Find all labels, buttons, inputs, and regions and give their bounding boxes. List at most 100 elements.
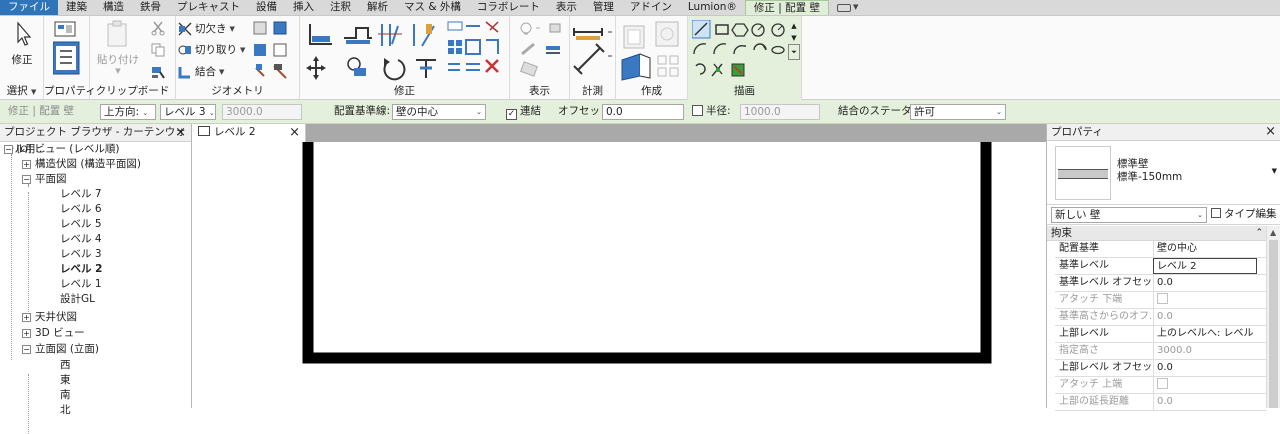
tree-item-level-5[interactable]: レベル 5 [60, 217, 102, 232]
menu-file[interactable]: ファイル [0, 0, 58, 15]
expand-icon[interactable]: + [22, 313, 31, 322]
radius-input[interactable]: 1000.0 [740, 104, 820, 120]
properties-icon[interactable] [53, 20, 81, 80]
expand-icon[interactable]: + [22, 329, 31, 338]
modify-small-tools-icon[interactable] [446, 20, 506, 82]
menu-analyze[interactable]: 解析 [359, 0, 396, 15]
prop-value[interactable]: 上のレベルへ: レベル 3 [1153, 326, 1257, 342]
prop-value[interactable]: 0.0 [1153, 360, 1257, 376]
tree-item-east[interactable]: 東 [60, 373, 71, 388]
menu-collaborate[interactable]: コラボレート [469, 0, 548, 15]
tree-item-design-gl[interactable]: 設計GL [60, 292, 95, 307]
project-browser: プロジェクト ブラウザ - カーテンウォール用... × − [O] ビュー (レ… [0, 124, 192, 434]
chain-checkbox[interactable]: ✓ 連結 [506, 104, 541, 120]
tree-item-west[interactable]: 西 [60, 358, 71, 373]
menu-annotate[interactable]: 注釈 [322, 0, 359, 15]
prop-row-base-constraint[interactable]: 基準レベル レベル 2 [1055, 258, 1267, 275]
prop-row-top-constraint[interactable]: 上部レベル 上のレベルへ: レベル 3 [1055, 326, 1267, 343]
type-selector[interactable]: 標準壁 標準-150mm ▼ [1047, 141, 1280, 205]
menu-massing-site[interactable]: マス & 外構 [396, 0, 469, 15]
tree-item-elevations[interactable]: − 立面図 (立面) [22, 342, 99, 357]
menu-structure[interactable]: 構造 [95, 0, 132, 15]
group-constraints[interactable]: 拘束 ⌃ [1047, 226, 1267, 241]
collapse-icon[interactable]: − [22, 345, 31, 354]
cut-geometry-button[interactable]: 切欠き ▼ [178, 21, 235, 36]
scroll-up-icon[interactable]: ▲ [1270, 228, 1276, 237]
instance-filter-value: 新しい 壁 [1055, 209, 1101, 221]
tree-item-level-1[interactable]: レベル 1 [60, 277, 102, 292]
chevron-down-icon: ▼ [1271, 167, 1277, 175]
match-properties-icon[interactable] [150, 64, 166, 80]
menu-modify-place-wall[interactable]: 修正 | 配置 壁 [744, 0, 829, 15]
modify-button[interactable]: 修正 [6, 20, 38, 67]
panel-toggle-icon [836, 3, 851, 12]
location-line-select[interactable]: 壁の中心 ⌄ [392, 104, 486, 120]
prop-row-top-offset[interactable]: 上部レベル オフセット 0.0 [1055, 360, 1267, 377]
menu-insert[interactable]: 挿入 [285, 0, 322, 15]
prop-value[interactable]: レベル 2 [1153, 258, 1257, 274]
collapse-icon[interactable]: − [4, 145, 13, 154]
menu-manage[interactable]: 管理 [585, 0, 622, 15]
instance-row: 新しい 壁 ⌄ タイプ編集 [1047, 206, 1280, 225]
close-icon[interactable]: × [175, 124, 186, 141]
collapse-icon[interactable]: − [22, 175, 31, 184]
instance-filter-select[interactable]: 新しい 壁 ⌄ [1051, 207, 1207, 223]
draw-gallery-scroll[interactable]: ▲ ▼ ⏷ [788, 20, 800, 82]
properties-scrollbar[interactable]: ▲ [1266, 226, 1280, 408]
radius-checkbox[interactable]: 半径: [692, 104, 731, 120]
tree-item-level-7[interactable]: レベル 7 [60, 187, 102, 202]
prop-value[interactable]: 壁の中心 [1153, 241, 1257, 257]
level-value: レベル 3 [164, 106, 206, 118]
menu-precast[interactable]: プレキャスト [169, 0, 248, 15]
draw-tools-icon[interactable] [692, 20, 788, 82]
tree-root-views[interactable]: − [O] ビュー (レベル順) [4, 142, 119, 157]
join-status-select[interactable]: 許可 ⌄ [910, 104, 1006, 120]
tree-item-structural-plans[interactable]: + 構造伏図 (構造平面図) [22, 157, 141, 172]
menu-systems[interactable]: 設備 [248, 0, 285, 15]
ribbon-minimize-toggle[interactable]: ▼ [829, 0, 866, 15]
edit-type-button[interactable]: タイプ編集 [1211, 207, 1277, 223]
prop-row-base-offset[interactable]: 基準レベル オフセット 0.0 [1055, 275, 1267, 292]
level-select[interactable]: レベル 3 ⌄ [160, 104, 216, 120]
menu-steel[interactable]: 鉄骨 [132, 0, 169, 15]
split-face-button[interactable]: 切り取り ▼ [178, 42, 245, 57]
drawing-canvas[interactable] [192, 142, 1046, 408]
close-icon[interactable]: × [289, 124, 300, 141]
join-geometry-button[interactable]: 結合 ▼ [178, 64, 224, 79]
tree-item-ceiling-plans[interactable]: + 天井伏図 [22, 310, 77, 325]
chevron-down-icon: ⌄ [208, 109, 215, 117]
modify-large-tools-icon[interactable] [306, 20, 446, 82]
create-tools-icon[interactable] [620, 20, 686, 82]
view-tab-level-2[interactable]: レベル 2 × [192, 124, 306, 142]
tree-item-level-4[interactable]: レベル 4 [60, 232, 102, 247]
chevron-down-icon: ⌄ [142, 109, 149, 117]
menu-lumion[interactable]: Lumion® [680, 0, 745, 15]
cut-icon[interactable] [150, 20, 166, 36]
prop-row-location-line[interactable]: 配置基準 壁の中心 [1055, 241, 1267, 258]
menu-view[interactable]: 表示 [548, 0, 585, 15]
tree-item-floor-plans[interactable]: − 平面図 [22, 172, 67, 187]
prop-value[interactable]: 0.0 [1153, 275, 1257, 291]
scrollbar-thumb[interactable] [1269, 240, 1278, 408]
panel-select-label[interactable]: 選択 ▼ [0, 83, 43, 98]
tree-item-level-3[interactable]: レベル 3 [60, 247, 102, 262]
height-input[interactable]: 3000.0 [222, 104, 302, 120]
offset-input[interactable]: 0.0 [602, 104, 684, 120]
copy-icon[interactable] [150, 42, 166, 58]
expand-icon[interactable]: + [22, 160, 31, 169]
tree-item-3d-views[interactable]: +3D ビュー [22, 326, 85, 341]
geometry-tools-icon[interactable] [252, 20, 292, 82]
group-constraints-label: 拘束 [1051, 227, 1072, 239]
view-tools-icon[interactable] [516, 20, 566, 82]
tree-item-level-2[interactable]: レベル 2 [60, 262, 102, 277]
tree-item-north[interactable]: 北 [60, 403, 71, 418]
panel-geometry: 切欠き ▼ 切り取り ▼ 結合 ▼ ジオメトリ [176, 16, 300, 100]
menu-architecture[interactable]: 建築 [58, 0, 95, 15]
direction-select[interactable]: 上方向: ⌄ [100, 104, 156, 120]
paste-button[interactable]: 貼り付け ▼ [96, 20, 140, 75]
tree-item-south[interactable]: 南 [60, 388, 71, 403]
measure-tools-icon[interactable] [572, 22, 614, 80]
close-icon[interactable]: × [1265, 124, 1276, 140]
menu-addins[interactable]: アドイン [622, 0, 680, 15]
tree-item-level-6[interactable]: レベル 6 [60, 202, 102, 217]
